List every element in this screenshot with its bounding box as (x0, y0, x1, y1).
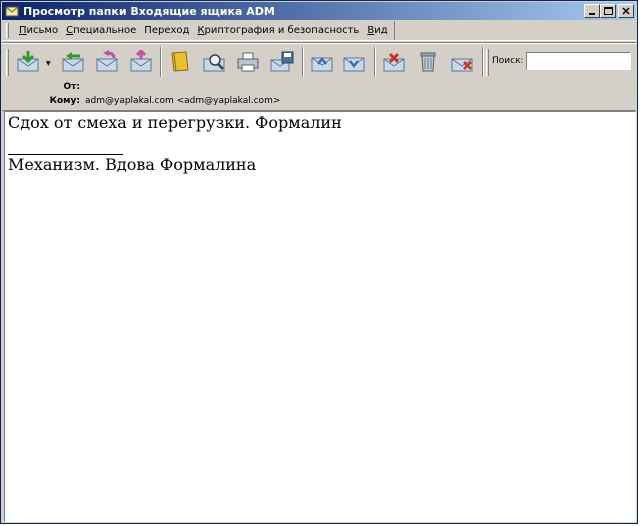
address-book-icon (171, 51, 189, 72)
message-body[interactable]: Сдох от смеха и перегрузки. Формалин Мех… (4, 111, 636, 522)
search-input[interactable] (526, 52, 631, 70)
trash-icon (420, 52, 436, 72)
menu-go[interactable]: Переход (140, 25, 193, 36)
message-line: Сдох от смеха и перегрузки. Формалин (8, 113, 342, 132)
signature-separator (8, 132, 123, 155)
reply-all-button[interactable] (93, 49, 121, 75)
maximize-icon (603, 7, 613, 15)
print-icon (237, 52, 259, 72)
get-mail-icon (17, 51, 39, 72)
toolbar-separator (482, 47, 484, 77)
to-value[interactable]: adm@yaplakal.com <adm@yaplakal.com> (85, 96, 280, 106)
forward-icon (130, 50, 152, 72)
delete-icon (451, 58, 473, 72)
envelope-app-icon (5, 6, 19, 17)
to-label: Кому: (49, 96, 80, 106)
message-headers: От: Кому: adm@yaplakal.com <adm@yaplakal… (2, 81, 636, 111)
toolbar-separator (302, 47, 304, 77)
find-icon (203, 54, 225, 72)
reply-button[interactable] (59, 49, 87, 75)
menu-bar: Письмо Специальное Переход Криптография … (2, 21, 636, 41)
close-icon (622, 7, 630, 15)
title-bar[interactable]: Просмотр папки Входящие ящика ADM (2, 2, 636, 20)
delete-button[interactable] (448, 49, 476, 75)
close-button[interactable] (618, 4, 634, 18)
mark-junk-button[interactable] (380, 49, 408, 75)
save-icon (270, 51, 294, 72)
maximize-button[interactable] (600, 4, 616, 18)
search-grip[interactable] (486, 49, 489, 76)
window-title: Просмотр папки Входящие ящика ADM (23, 4, 275, 18)
menu-divider (393, 21, 395, 40)
menu-grip[interactable] (6, 23, 9, 38)
previous-message-button[interactable] (308, 49, 336, 75)
get-mail-dropdown-arrow[interactable]: ▼ (46, 60, 51, 67)
menu-crypto[interactable]: Криптография и безопасность (193, 25, 363, 36)
message-text: Сдох от смеха и перегрузки. Формалин Мех… (5, 112, 635, 176)
from-label: От: (63, 82, 80, 92)
menu-special[interactable]: Специальное (62, 25, 140, 36)
menu-view[interactable]: Вид (363, 25, 391, 36)
next-message-button[interactable] (340, 49, 368, 75)
toolbar-separator (160, 47, 162, 77)
toolbar-grip[interactable] (6, 49, 9, 76)
reply-all-icon (96, 50, 118, 72)
print-button[interactable] (234, 49, 262, 75)
mail-viewer-window: Просмотр папки Входящие ящика ADM Письмо… (0, 0, 638, 524)
save-button[interactable] (268, 49, 296, 75)
search-label: Поиск: (492, 56, 524, 66)
mark-junk-icon (383, 52, 405, 72)
signature-text: Механизм. Вдова Формалина (8, 155, 257, 174)
toolbar-separator (374, 47, 376, 77)
toolbar: ▼ Поиск: (2, 42, 636, 82)
window-controls (584, 4, 634, 18)
minimize-icon (589, 13, 595, 15)
get-mail-button[interactable] (14, 49, 42, 75)
next-icon (343, 57, 365, 72)
forward-button[interactable] (127, 49, 155, 75)
find-button[interactable] (200, 49, 228, 75)
minimize-button[interactable] (584, 4, 600, 18)
reply-icon (62, 52, 84, 72)
trash-button[interactable] (414, 49, 442, 75)
previous-icon (311, 56, 333, 72)
menu-message[interactable]: Письмо (15, 25, 62, 36)
address-book-button[interactable] (166, 49, 194, 75)
